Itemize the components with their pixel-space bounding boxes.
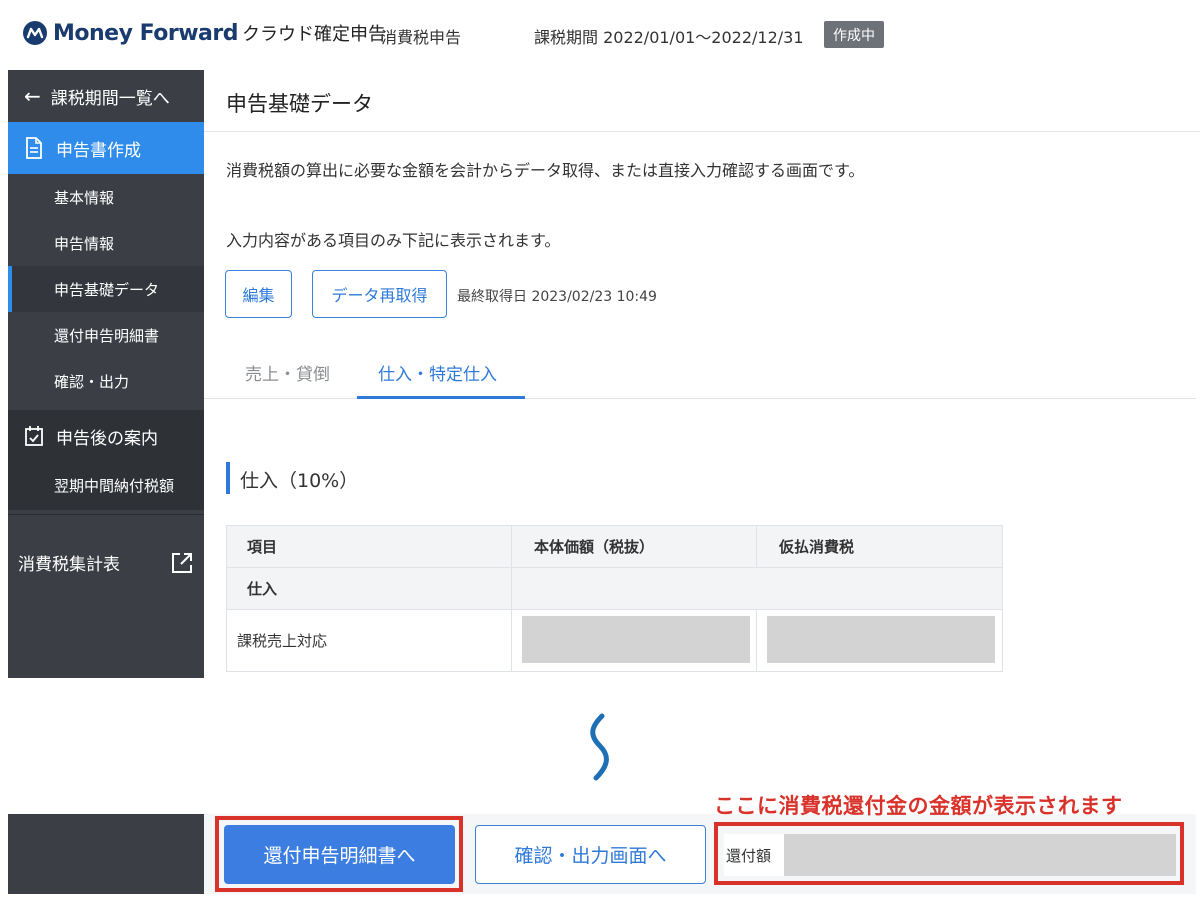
sidebar-item-after-filing[interactable]: 申告後の案内 (8, 410, 204, 462)
annotation-text: ここに消費税還付金の金額が表示されます (714, 794, 1123, 818)
sidebar-item-label: 申告後の案内 (56, 428, 158, 449)
group-empty-cell (512, 568, 757, 609)
sidebar-item-label: 申告書作成 (56, 140, 141, 161)
tax-period: 課税期間 2022/01/01〜2022/12/31 (534, 28, 804, 47)
brand-name: Money Forward (53, 20, 238, 46)
redacted-value (522, 616, 750, 663)
edit-button[interactable]: 編集 (225, 270, 292, 318)
status-badge: 作成中 (824, 21, 884, 48)
page-title: 申告基礎データ (226, 92, 373, 116)
sidebar-item-label: 翌期中間納付税額 (54, 476, 175, 495)
sidebar-item-label: 基本情報 (54, 188, 115, 207)
sidebar-item-return-info[interactable]: 申告情報 (8, 220, 204, 266)
sidebar-item-next-interim-tax[interactable]: 翌期中間納付税額 (8, 462, 204, 508)
table-row: 課税売上対応 (227, 610, 1002, 671)
tab-purchases[interactable]: 仕入・特定仕入 (378, 360, 497, 385)
net-amount-cell (512, 610, 757, 671)
column-header-item: 項目 (227, 526, 512, 567)
section-accent-bar (226, 462, 230, 494)
column-header-net-amount: 本体価額（税抜） (512, 526, 757, 567)
external-link-icon (172, 552, 192, 573)
omission-wave-icon (590, 713, 609, 781)
redacted-value (767, 616, 995, 663)
money-forward-logo-icon (23, 21, 47, 45)
document-icon (26, 137, 42, 159)
column-header-input-tax: 仮払消費税 (779, 538, 855, 556)
active-tab-indicator (357, 396, 525, 399)
table-group-row: 仕入 (227, 568, 1002, 610)
refetch-data-button[interactable]: データ再取得 (312, 270, 447, 318)
group-label: 仕入 (227, 568, 512, 609)
sidebar-item-basic-info[interactable]: 基本情報 (8, 174, 204, 220)
tabs-divider (204, 398, 1196, 399)
back-label: 課税期間一覧へ (50, 88, 170, 109)
arrow-left-icon: ← (24, 84, 41, 108)
sidebar-item-label: 消費税集計表 (18, 555, 120, 575)
purchase-table: 項目 本体価額（税抜） 仮払消費税 仕入 課税売上対応 (226, 525, 1003, 672)
tab-sales-bad-debt[interactable]: 売上・貸倒 (245, 360, 330, 385)
calendar-check-icon (25, 426, 43, 446)
sidebar-item-label: 確認・出力 (54, 372, 130, 391)
app-header: Money Forward クラウド確定申告 消費税申告 課税期間 2022/0… (0, 0, 1200, 70)
sidebar: ← 課税期間一覧へ 申告書作成 基本情報 申告情報 申告基礎データ 還付申告明細… (8, 70, 204, 678)
brand-logo[interactable]: Money Forward クラウド確定申告 (22, 20, 386, 46)
section-title: 仕入（10%） (240, 470, 359, 492)
sidebar-item-refund-statement[interactable]: 還付申告明細書 (8, 312, 204, 358)
page-description: 消費税額の算出に必要な金額を会計からデータ取得、または直接入力確認する画面です。 (226, 161, 865, 180)
last-fetch-timestamp: 最終取得日 2023/02/23 10:49 (457, 289, 657, 305)
sidebar-item-label: 申告基礎データ (54, 280, 160, 299)
highlight-box-primary (215, 816, 463, 892)
group-empty-cell (757, 568, 1002, 609)
sidebar-item-label: 申告情報 (54, 234, 115, 253)
sidebar-divider (8, 514, 204, 515)
header-section: 消費税申告 (381, 28, 462, 47)
sidebar-item-label: 還付申告明細書 (54, 326, 160, 345)
sidebar-link-tax-summary[interactable]: 消費税集計表 (18, 550, 194, 575)
highlight-box-refund (714, 822, 1184, 885)
product-name: クラウド確定申告 (241, 24, 386, 45)
back-to-period-list[interactable]: ← 課税期間一覧へ (8, 70, 204, 122)
input-tax-cell (757, 610, 1002, 671)
sidebar-item-create-return[interactable]: 申告書作成 (8, 122, 204, 174)
page-title-bar: 申告基礎データ (204, 70, 1200, 132)
footer-sidebar-area (8, 814, 204, 894)
confirm-output-button[interactable]: 確認・出力画面へ (475, 825, 706, 884)
sidebar-item-confirm-output[interactable]: 確認・出力 (8, 358, 204, 404)
table-header-row: 項目 本体価額（税抜） 仮払消費税 (227, 526, 1002, 568)
page-note: 入力内容がある項目のみ下記に表示されます。 (226, 231, 561, 250)
sidebar-item-base-data[interactable]: 申告基礎データ (8, 266, 204, 312)
row-label: 課税売上対応 (227, 610, 512, 671)
